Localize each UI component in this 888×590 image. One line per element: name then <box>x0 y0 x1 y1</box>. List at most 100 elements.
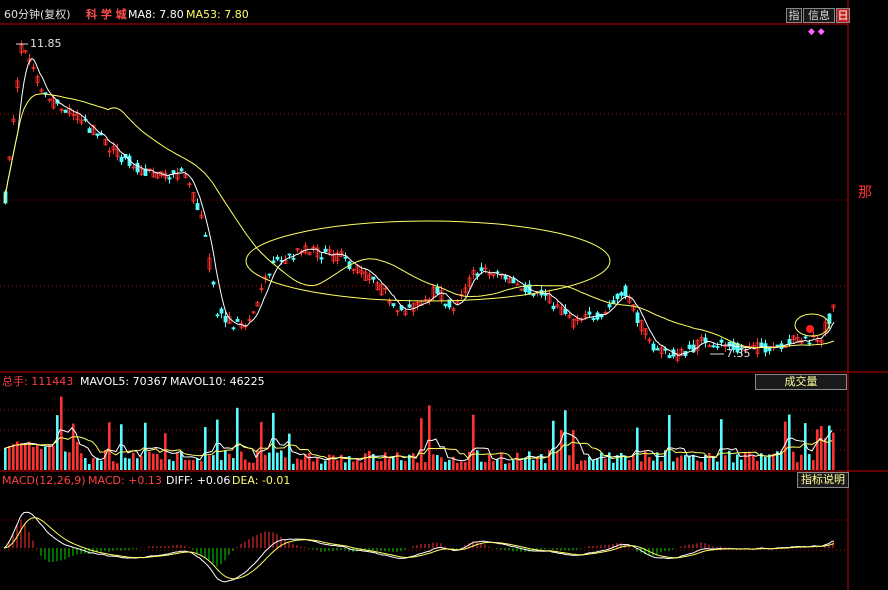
candle-body <box>623 285 628 297</box>
volume-bar <box>252 462 255 470</box>
volume-bar <box>248 462 251 470</box>
volume-bar <box>536 457 539 470</box>
diff-value: DIFF: +0.06 <box>166 474 231 487</box>
volume-bar <box>120 424 123 470</box>
candle-body <box>435 286 440 294</box>
candle-body <box>787 339 792 345</box>
volume-bar <box>648 457 651 470</box>
volume-bar <box>368 451 371 470</box>
volume-bar <box>484 462 487 470</box>
ma8-label: MA8: 7.80 <box>128 8 184 21</box>
total-volume-label: 总手: 111443 <box>2 375 74 388</box>
diamond-icon: ◆ ◆ <box>808 27 825 37</box>
candle-body <box>215 314 220 317</box>
volume-bar <box>496 459 499 470</box>
volume-bar <box>576 463 579 470</box>
volume-bar <box>392 456 395 470</box>
candle-body <box>803 336 808 339</box>
volume-bar <box>376 461 379 470</box>
volume-bar <box>444 461 447 470</box>
candle-body <box>95 133 100 136</box>
volume-bar <box>676 457 679 470</box>
volume-bar <box>64 451 67 470</box>
candle-body <box>711 345 716 348</box>
volume-bar <box>76 441 79 470</box>
volume-bar <box>768 454 771 470</box>
volume-bar <box>200 461 203 470</box>
volume-bar <box>620 452 623 470</box>
candle-body <box>135 162 140 173</box>
indicator-button[interactable]: 指 <box>786 8 802 23</box>
volume-bar <box>712 456 715 470</box>
volume-bar <box>412 453 415 470</box>
period-label: 60分钟(复权) <box>4 8 71 21</box>
volume-bar <box>492 460 495 470</box>
volume-bar <box>820 425 823 470</box>
volume-bar <box>324 460 327 470</box>
volume-bar <box>400 460 403 470</box>
volume-bar <box>584 460 587 470</box>
candle-body <box>543 293 548 296</box>
volume-bar <box>724 455 727 470</box>
low-price-label: 7.35 <box>726 347 751 360</box>
small-button[interactable]: 日 <box>836 8 850 23</box>
volume-bar <box>672 461 675 470</box>
volume-bar <box>404 461 407 470</box>
volume-bar <box>384 452 387 470</box>
volume-bar <box>544 463 547 470</box>
candle-body <box>479 267 484 271</box>
volume-bar <box>728 450 731 470</box>
candle-body <box>503 275 508 280</box>
volume-bar <box>708 452 711 470</box>
volume-bar <box>364 453 367 470</box>
candle-body <box>371 276 376 280</box>
volume-bar <box>352 461 355 470</box>
volume-bar <box>152 453 155 470</box>
highlight-dot <box>806 325 814 333</box>
volume-bar <box>580 460 583 470</box>
volume-bar <box>56 415 59 470</box>
macd-name: MACD(12,26,9) <box>2 474 86 487</box>
candle-body <box>391 303 396 307</box>
candle-body <box>235 319 240 322</box>
volume-bar <box>808 454 811 470</box>
volume-bar <box>140 455 143 470</box>
candle-body <box>63 109 68 113</box>
volume-bar <box>360 462 363 470</box>
volume-bar <box>44 446 47 470</box>
candle-body <box>727 341 732 347</box>
volume-bar <box>424 462 427 470</box>
volume-bar <box>512 460 515 470</box>
info-button[interactable]: 信息 <box>803 8 835 23</box>
volume-bar <box>176 452 179 470</box>
candle-body <box>715 346 720 348</box>
volume-bar <box>388 458 391 470</box>
volume-bar <box>124 457 127 470</box>
volume-bar <box>196 458 199 470</box>
macd-value: MACD: +0.13 <box>88 474 162 487</box>
volume-bar <box>524 457 527 470</box>
volume-bar <box>52 445 55 470</box>
candle-body <box>619 292 624 296</box>
volume-bar <box>556 451 559 470</box>
volume-bar <box>316 457 319 470</box>
volume-bar <box>276 452 279 470</box>
volume-bar <box>236 407 239 470</box>
volume-bar <box>764 456 767 470</box>
candle-body <box>719 339 724 343</box>
volume-bar <box>24 444 27 470</box>
candle-body <box>511 278 516 284</box>
volume-bar <box>604 458 607 470</box>
candle-body <box>443 303 448 307</box>
volume-bar <box>88 463 91 470</box>
candle-body <box>635 312 640 323</box>
volume-bar <box>216 419 219 470</box>
volume-bar <box>96 457 99 470</box>
indicator-explain-button[interactable]: 指标说明 <box>797 472 849 488</box>
volume-bar <box>420 418 423 470</box>
volume-bar <box>204 427 207 470</box>
volume-button[interactable]: 成交量 <box>755 374 847 390</box>
volume-bar <box>600 452 603 470</box>
volume-bar <box>796 462 799 470</box>
volume-bar <box>516 452 519 470</box>
